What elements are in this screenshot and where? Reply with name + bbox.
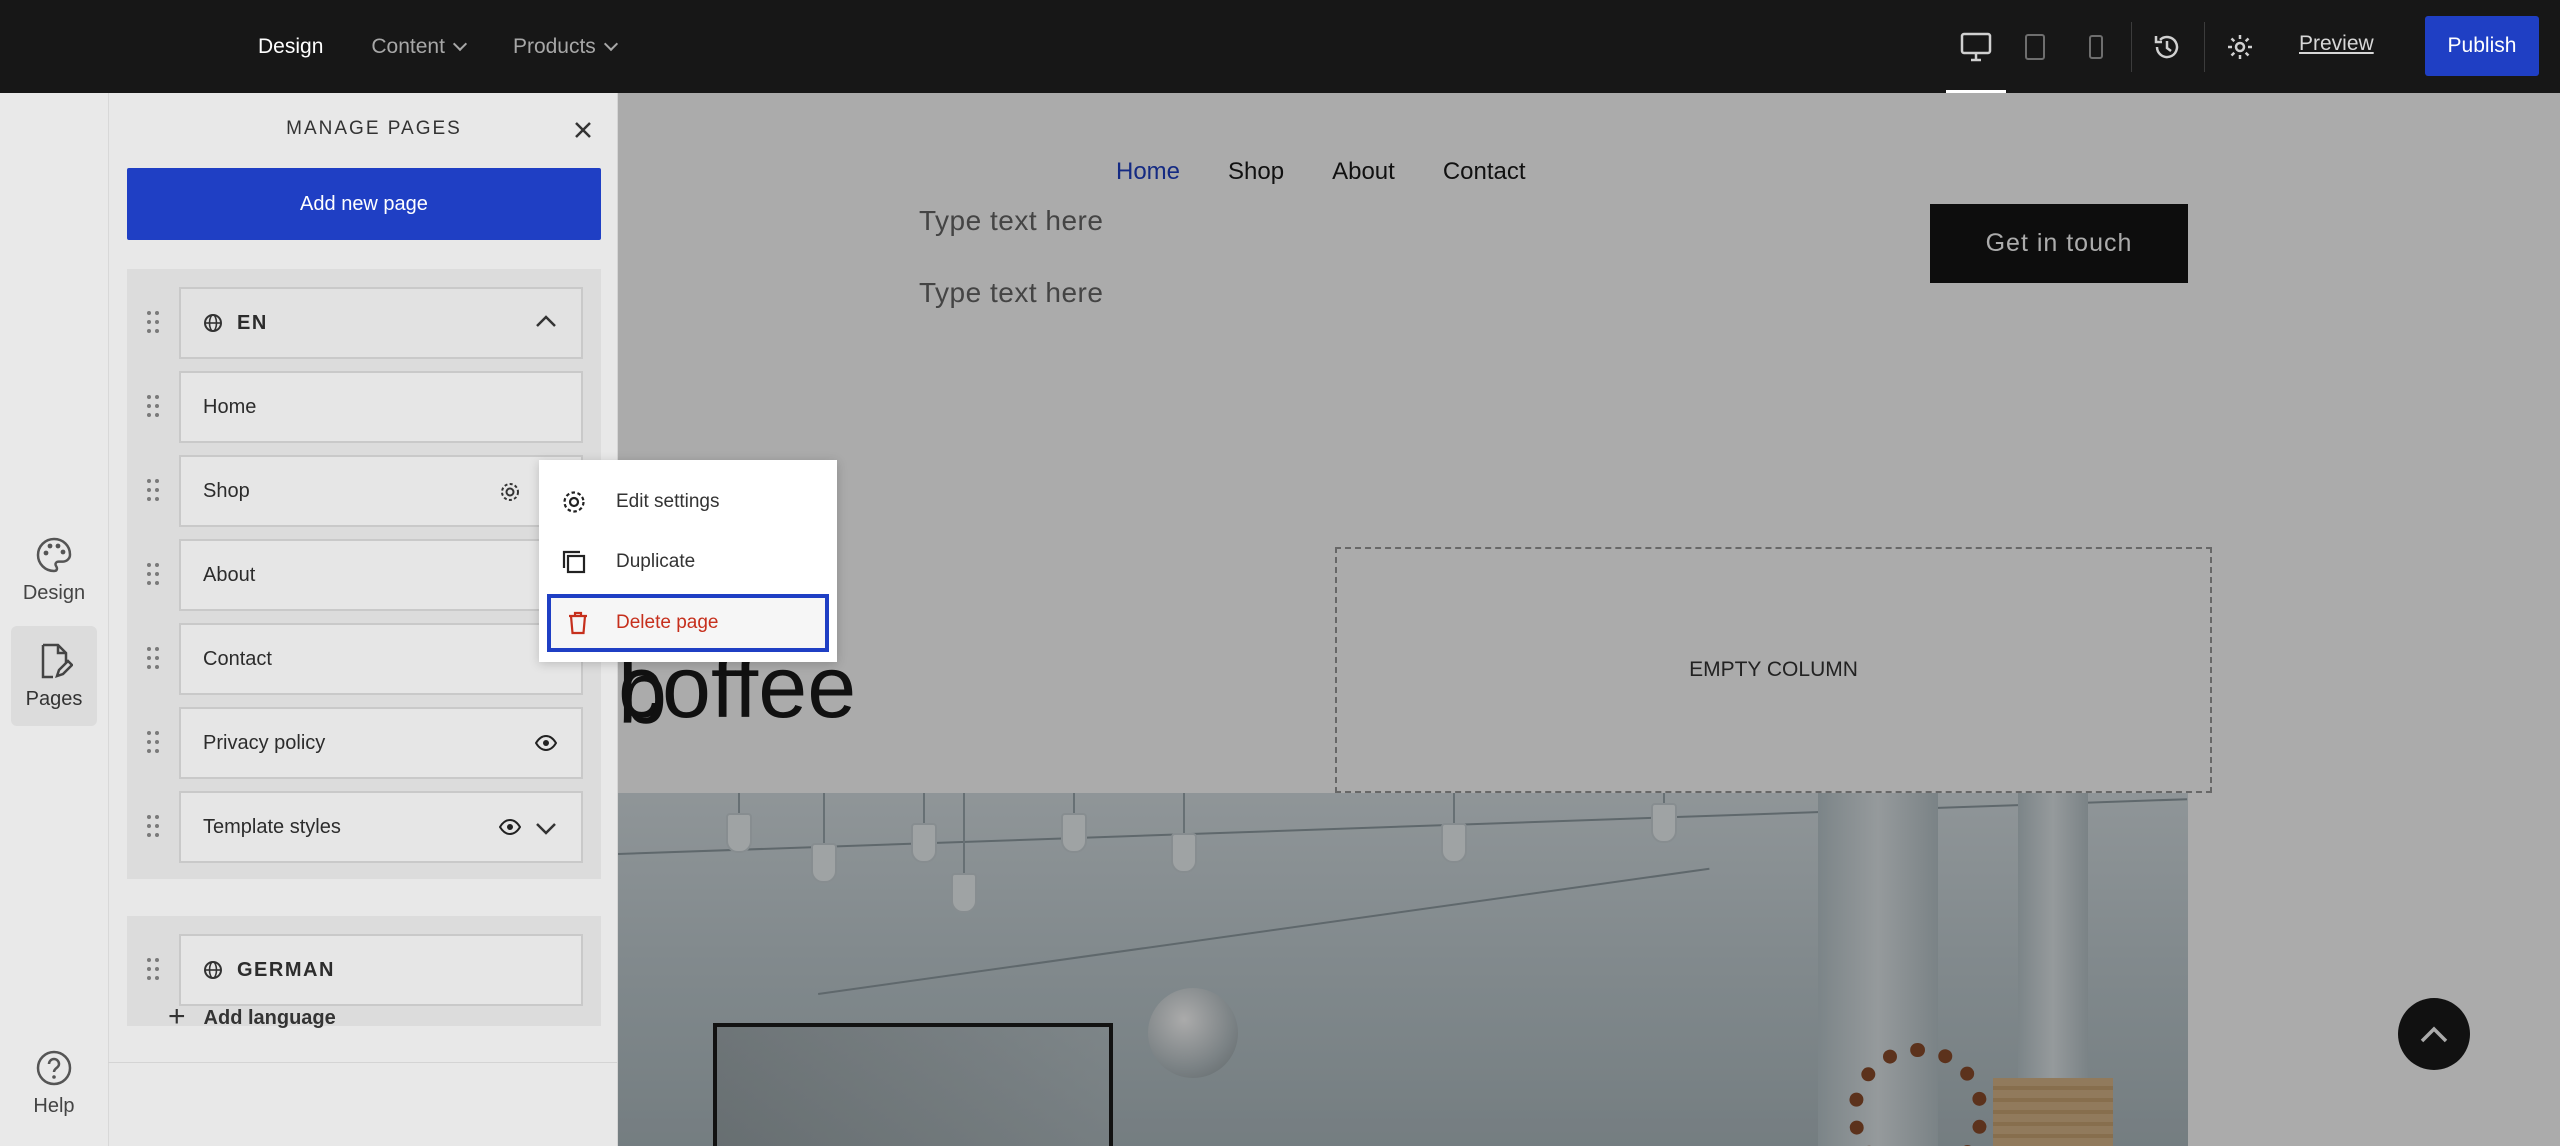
top-bar: Design Content Products Preview Publish — [0, 0, 2560, 93]
language-row: EN — [127, 287, 601, 359]
page-context-menu: Edit settings Duplicate Delete page — [539, 460, 837, 662]
desktop-icon — [1960, 32, 1992, 61]
add-new-page-button[interactable]: Add new page — [127, 168, 601, 240]
publish-button[interactable]: Publish — [2425, 16, 2539, 76]
page-card-about[interactable]: About — [179, 539, 583, 611]
menu-delete-page[interactable]: Delete page — [547, 594, 829, 652]
drag-handle-icon[interactable] — [147, 647, 159, 669]
drag-handle-icon[interactable] — [147, 479, 159, 501]
language-row: GERMAN — [127, 934, 601, 1006]
toolbar-divider — [2131, 22, 2132, 72]
site-settings-button[interactable] — [2210, 0, 2270, 93]
globe-icon — [204, 961, 222, 979]
page-edit-icon — [41, 643, 73, 678]
panel-divider — [108, 1062, 618, 1063]
topnav-content-label: Content — [371, 34, 445, 58]
page-card-contact[interactable]: Contact — [179, 623, 583, 695]
history-button[interactable] — [2137, 0, 2197, 93]
page-row: Contact — [127, 623, 601, 695]
menu-duplicate-label: Duplicate — [616, 551, 696, 572]
drag-handle-icon[interactable] — [147, 311, 159, 333]
topnav-design-label: Design — [258, 34, 324, 58]
toolbar-divider — [2204, 22, 2205, 72]
chevron-down-icon — [452, 36, 468, 51]
topnav-products-label: Products — [512, 34, 596, 58]
chevron-down-icon — [603, 36, 618, 51]
rail-design-label: Design — [22, 581, 86, 604]
topnav-products[interactable]: Products — [512, 34, 618, 59]
language-card-german[interactable]: GERMAN — [179, 934, 583, 1006]
page-card-home[interactable]: Home — [179, 371, 583, 443]
add-language-label: Add language — [203, 1007, 336, 1029]
eye-icon[interactable] — [499, 819, 521, 835]
drag-handle-icon[interactable] — [147, 731, 159, 753]
topnav-design[interactable]: Design — [258, 35, 323, 59]
history-icon — [2154, 35, 2179, 58]
rail-help-label: Help — [33, 1094, 75, 1117]
help-icon — [36, 1050, 72, 1085]
drag-handle-icon[interactable] — [147, 563, 159, 585]
menu-edit-settings-label: Edit settings — [616, 491, 720, 512]
tablet-icon — [2025, 33, 2045, 60]
rail-design[interactable]: Design — [11, 520, 97, 620]
canvas-overlay[interactable] — [618, 93, 2560, 1146]
language-code: EN — [237, 311, 268, 334]
gear-icon[interactable] — [499, 481, 521, 503]
rail-pages[interactable]: Pages — [11, 626, 97, 726]
desktop-view-button[interactable] — [1946, 0, 2006, 93]
tablet-view-button[interactable] — [2005, 0, 2065, 93]
panel-title: MANAGE PAGES — [286, 118, 462, 139]
plus-icon: + — [168, 1000, 186, 1033]
mobile-view-button[interactable] — [2066, 0, 2126, 93]
close-panel-button[interactable] — [573, 115, 593, 147]
page-label: Template styles — [203, 815, 341, 838]
language-code: GERMAN — [237, 958, 335, 981]
page-row: About — [127, 539, 601, 611]
page-label: About — [203, 563, 256, 586]
rail-pages-label: Pages — [25, 687, 83, 710]
drag-handle-icon[interactable] — [147, 395, 159, 417]
page-row: Privacy policy — [127, 707, 601, 779]
close-icon — [575, 122, 591, 138]
topnav-content[interactable]: Content — [371, 34, 468, 59]
page-card-privacy-policy[interactable]: Privacy policy — [179, 707, 583, 779]
language-card-en[interactable]: EN — [179, 287, 583, 359]
page-label: Shop — [203, 479, 250, 502]
gear-icon — [2228, 34, 2252, 59]
globe-icon — [204, 314, 222, 332]
mobile-icon — [2089, 34, 2103, 59]
drag-handle-icon[interactable] — [147, 815, 159, 837]
menu-edit-settings[interactable]: Edit settings — [539, 473, 837, 531]
menu-delete-page-label: Delete page — [616, 612, 719, 633]
page-card-template-styles[interactable]: Template styles — [179, 791, 583, 863]
drag-handle-icon[interactable] — [147, 958, 159, 980]
chevron-down-icon[interactable] — [535, 821, 557, 837]
trash-icon — [569, 611, 587, 635]
add-language-button[interactable]: + Add language — [168, 1000, 336, 1034]
page-label: Privacy policy — [203, 731, 326, 754]
page-row: Home — [127, 371, 601, 443]
palette-icon — [36, 537, 72, 572]
left-rail: Design Pages Help — [0, 93, 108, 1146]
language-group-en: EN Home Shop About Contact Privacy polic… — [127, 269, 601, 879]
rail-help[interactable]: Help — [11, 1033, 97, 1133]
page-card-shop[interactable]: Shop — [179, 455, 583, 527]
gear-icon — [563, 491, 585, 513]
page-label: Home — [203, 395, 257, 418]
page-label: Contact — [203, 647, 272, 670]
top-nav: Design Content Products — [258, 0, 618, 93]
page-row: Shop — [127, 455, 601, 527]
preview-link[interactable]: Preview — [2299, 32, 2374, 56]
menu-duplicate[interactable]: Duplicate — [539, 533, 837, 591]
eye-icon[interactable] — [535, 735, 557, 751]
page-row: Template styles — [127, 791, 601, 863]
site-canvas: Home Shop About Contact Type text here T… — [618, 93, 2560, 1146]
chevron-up-icon[interactable] — [535, 313, 557, 329]
duplicate-icon — [562, 550, 586, 574]
